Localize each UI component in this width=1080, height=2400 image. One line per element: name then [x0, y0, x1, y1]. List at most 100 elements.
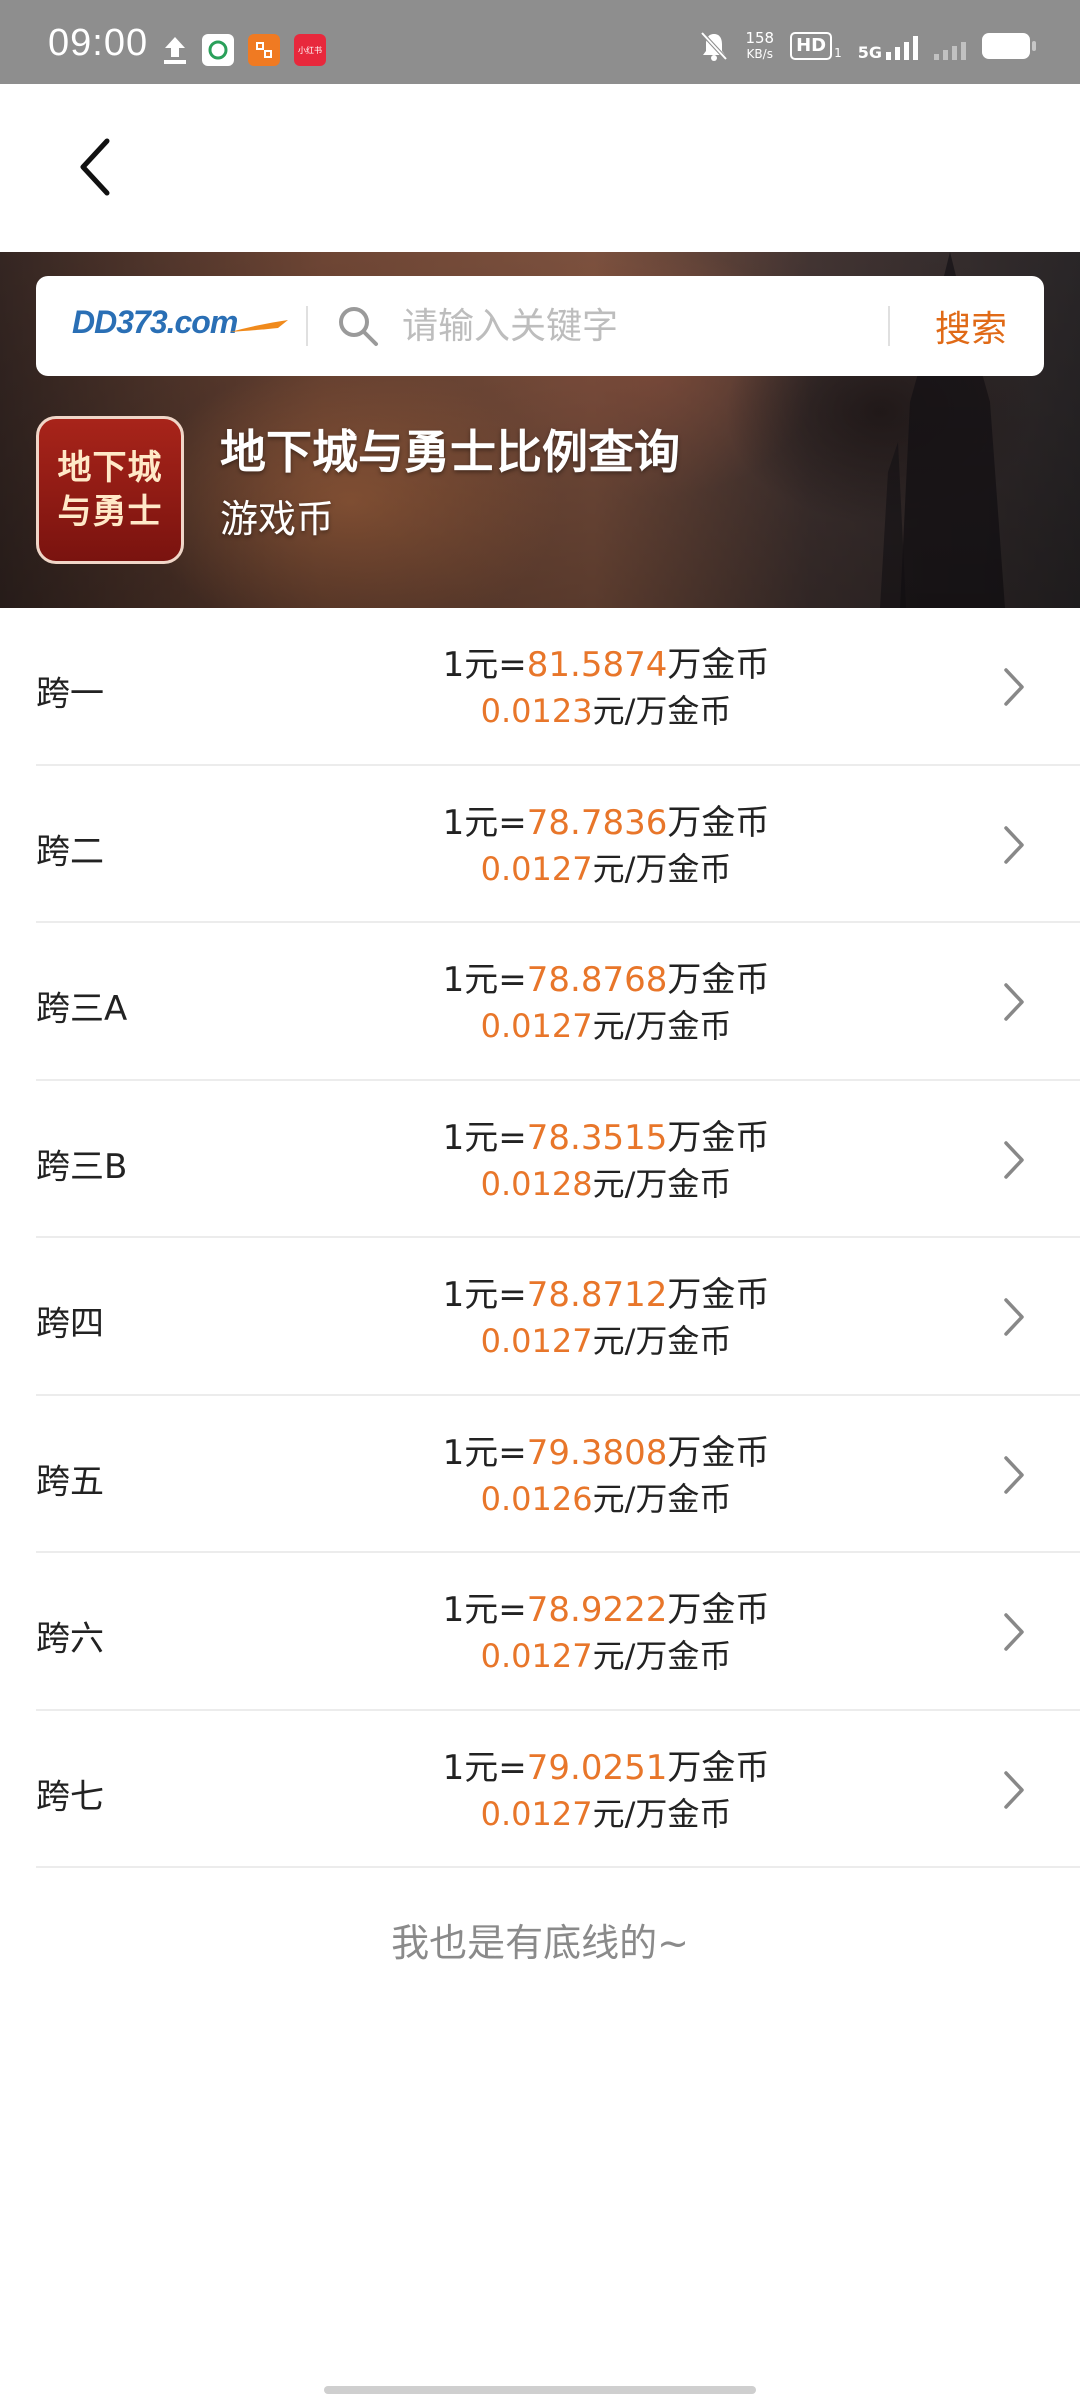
- price-unit: 元/万金币: [592, 692, 732, 730]
- price-value: 0.0126: [480, 1479, 593, 1518]
- search-bar: DD373.com 搜索: [36, 276, 1044, 376]
- hd-indicator: HD 1: [790, 32, 842, 60]
- list-item[interactable]: 跨三B 1元=78.3515万金币 0.0128元/万金币: [36, 1081, 1080, 1238]
- chevron-right-icon: [1004, 1613, 1024, 1651]
- server-name: 跨二: [36, 831, 104, 872]
- end-of-list-note: 我也是有底线的~: [391, 1921, 689, 1965]
- status-right-icons: 158 KB/s HD 1 5G: [699, 30, 1036, 62]
- rate-unit: 万金币: [667, 1590, 770, 1630]
- price-value: 0.0127: [480, 1007, 593, 1045]
- unit-price: 0.0127元/万金币: [356, 1791, 856, 1837]
- exchange-rate: 1元=79.3808万金币: [356, 1430, 856, 1476]
- chevron-right-icon: [1004, 1140, 1024, 1179]
- search-divider: [306, 306, 308, 346]
- list-item[interactable]: 跨七 1元=79.0251万金币 0.0127元/万金币: [36, 1711, 1080, 1868]
- rate-value: 78.9222: [526, 1590, 668, 1630]
- rate-prefix: 1元=: [442, 1590, 527, 1630]
- unit-price: 0.0127元/万金币: [356, 846, 856, 892]
- chevron-right-icon: [1004, 1298, 1024, 1336]
- net-speed: 158 KB/s: [745, 30, 774, 62]
- xiaohongshu-icon: 小红书: [294, 34, 326, 66]
- sim-app-icon: [202, 34, 234, 66]
- rate-prefix: 1元=: [442, 1747, 527, 1788]
- exchange-rate: 1元=78.3515万金币: [356, 1115, 856, 1161]
- rate-prefix: 1元=: [442, 802, 527, 843]
- page-title: 地下城与勇士比例查询: [220, 425, 680, 479]
- rate-value: 78.3515: [526, 1117, 668, 1158]
- exchange-rate: 1元=79.0251万金币: [356, 1745, 856, 1791]
- server-name: 跨四: [36, 1304, 104, 1344]
- game-banner: DD373.com 搜索 地下城 与勇士 地下城与勇士比例查询 游戏币: [0, 252, 1080, 608]
- price-unit: 元/万金币: [592, 1322, 732, 1360]
- server-name: 跨一: [36, 674, 104, 714]
- rate-value: 78.8712: [526, 1275, 668, 1315]
- unit-price: 0.0126元/万金币: [356, 1476, 856, 1522]
- unit-price: 0.0128元/万金币: [356, 1161, 856, 1207]
- nav-bar: [0, 84, 1080, 252]
- list-item[interactable]: 跨六 1元=78.9222万金币 0.0127元/万金币: [36, 1553, 1080, 1711]
- search-input[interactable]: [402, 298, 902, 354]
- price-unit: 元/万金币: [592, 1794, 732, 1833]
- rate-unit: 万金币: [667, 1747, 770, 1788]
- server-name: 跨三A: [36, 989, 128, 1029]
- server-name: 跨七: [36, 1776, 104, 1817]
- rate-prefix: 1元=: [442, 1275, 527, 1315]
- exchange-rate: 1元=81.5874万金币: [356, 642, 856, 688]
- rate-value: 78.8768: [526, 960, 668, 1000]
- unit-price: 0.0127元/万金币: [356, 1633, 856, 1679]
- server-name: 跨五: [36, 1461, 104, 1502]
- rate-prefix: 1元=: [442, 1117, 527, 1158]
- upload-icon: [164, 37, 186, 64]
- list-item[interactable]: 跨四 1元=78.8712万金币 0.0127元/万金币: [36, 1238, 1080, 1396]
- rate-prefix: 1元=: [442, 1432, 527, 1473]
- list-item[interactable]: 跨一 1元=81.5874万金币 0.0123元/万金币: [36, 608, 1080, 766]
- back-button[interactable]: [60, 132, 130, 202]
- home-indicator[interactable]: [324, 2386, 756, 2394]
- rate-prefix: 1元=: [442, 960, 527, 1000]
- price-value: 0.0127: [480, 1794, 593, 1833]
- price-value: 0.0127: [480, 1637, 593, 1675]
- exchange-rate: 1元=78.7836万金币: [356, 800, 856, 846]
- signal-icon-secondary: [934, 32, 966, 60]
- rate-value: 81.5874: [526, 645, 668, 685]
- chevron-right-icon: [1004, 1770, 1024, 1809]
- search-button[interactable]: 搜索: [916, 300, 1026, 352]
- chevron-right-icon: [1004, 1455, 1024, 1494]
- mute-bell-icon: [700, 31, 728, 61]
- search-divider-right: [888, 306, 890, 346]
- list-item[interactable]: 跨二 1元=78.7836万金币 0.0127元/万金币: [36, 766, 1080, 923]
- exchange-rate: 1元=78.8712万金币: [356, 1272, 856, 1318]
- unit-price: 0.0127元/万金币: [356, 1318, 856, 1364]
- site-logo[interactable]: DD373.com: [72, 304, 238, 341]
- game-logo-line1: 地下城: [57, 448, 163, 488]
- rate-unit: 万金币: [667, 960, 770, 1000]
- search-icon: [339, 307, 378, 346]
- battery-icon: [982, 33, 1036, 59]
- page-subtitle: 游戏币: [220, 497, 335, 541]
- price-unit: 元/万金币: [592, 849, 732, 888]
- list-item[interactable]: 跨三A 1元=78.8768万金币 0.0127元/万金币: [36, 923, 1080, 1081]
- price-unit: 元/万金币: [592, 1007, 732, 1045]
- list-item[interactable]: 跨五 1元=79.3808万金币 0.0126元/万金币: [36, 1396, 1080, 1553]
- hd-badge: HD: [790, 32, 833, 60]
- chevron-right-icon: [1004, 668, 1024, 706]
- hd-sub: 1: [834, 46, 842, 60]
- unit-price: 0.0127元/万金币: [356, 1003, 856, 1049]
- app-icon: [248, 34, 280, 66]
- price-unit: 元/万金币: [592, 1164, 732, 1203]
- price-value: 0.0127: [480, 849, 593, 888]
- logo-swoosh-icon: [230, 320, 288, 332]
- rate-value: 78.7836: [526, 802, 668, 843]
- price-value: 0.0123: [480, 692, 593, 730]
- rate-unit: 万金币: [667, 1432, 770, 1473]
- rate-prefix: 1元=: [442, 645, 527, 685]
- game-logo: 地下城 与勇士: [36, 416, 184, 564]
- rate-list: 跨一 1元=81.5874万金币 0.0123元/万金币 跨二 1元=78.78…: [36, 608, 1080, 1868]
- net-speed-unit: KB/s: [746, 47, 773, 61]
- price-value: 0.0127: [480, 1322, 593, 1360]
- rate-unit: 万金币: [667, 1117, 770, 1158]
- server-name: 跨三B: [36, 1146, 128, 1187]
- server-name: 跨六: [36, 1619, 104, 1659]
- status-time: 09:00: [48, 22, 149, 64]
- status-left-icons: 小红书: [162, 34, 326, 66]
